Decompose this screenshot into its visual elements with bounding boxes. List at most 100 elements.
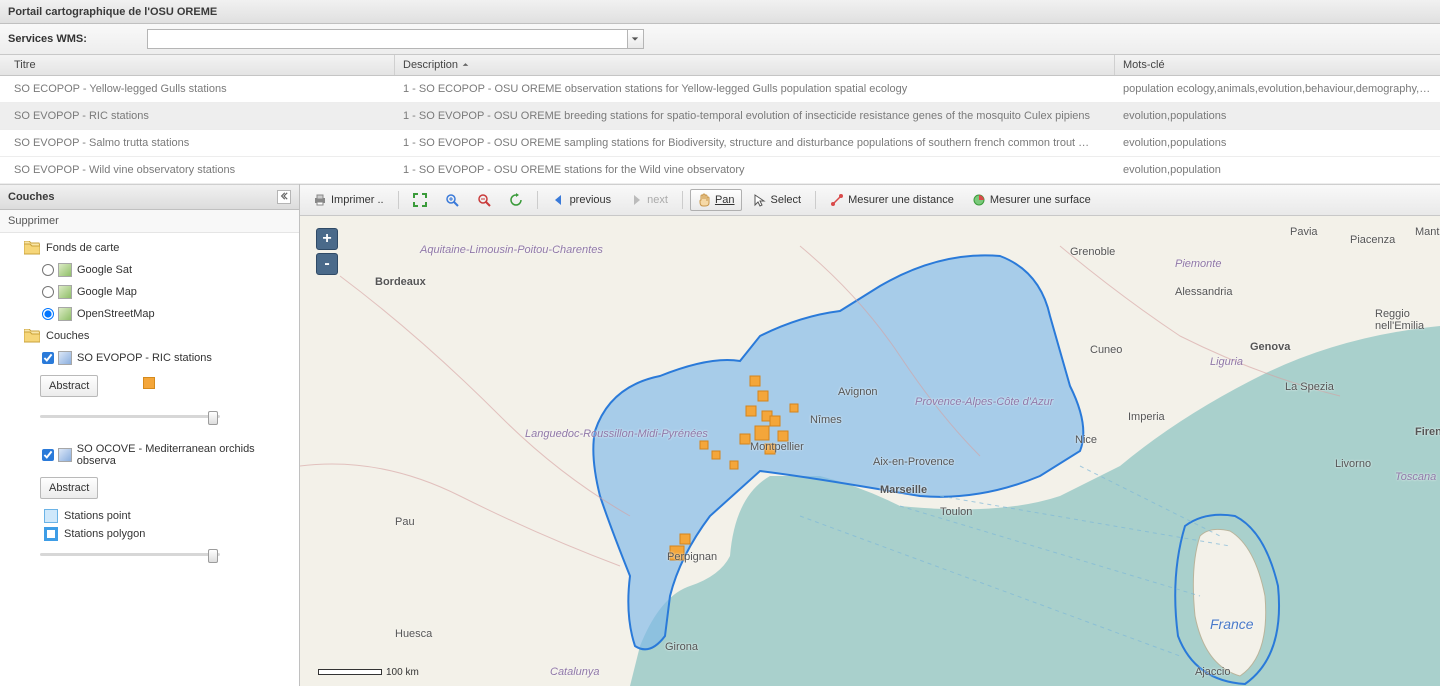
basemap-option[interactable]: OpenStreetMap — [40, 303, 295, 325]
zoom-in-control[interactable]: + — [316, 228, 338, 250]
abstract-button[interactable]: Abstract — [40, 477, 98, 499]
extent-icon — [413, 193, 427, 207]
chevron-down-icon — [628, 32, 642, 46]
folder-layers[interactable]: Couches — [22, 325, 295, 347]
print-button[interactable]: Imprimer .. — [306, 189, 391, 211]
arrow-left-icon — [552, 193, 566, 207]
map-city-label: Pavia — [1290, 226, 1318, 238]
layers-panel-header: Couches — [0, 184, 299, 210]
measure-area-button[interactable]: Mesurer une surface — [965, 189, 1098, 211]
grid-col-title[interactable]: Titre — [0, 55, 395, 75]
layer-tree: Fonds de carte Google Sat Google Map Ope… — [0, 233, 299, 686]
map-city-label: La Spezia — [1285, 381, 1334, 393]
basemap-option[interactable]: Google Sat — [40, 259, 295, 281]
map-city-label: Grenoble — [1070, 246, 1115, 258]
map-region-label: Toscana — [1395, 471, 1436, 483]
map-city-label: Livorno — [1335, 458, 1371, 470]
zoom-extent-button[interactable] — [406, 189, 434, 211]
layer-icon — [58, 263, 72, 277]
arrow-right-icon — [629, 193, 643, 207]
grid-header: Titre Description Mots-clé — [0, 55, 1440, 76]
map-city-label: Marseille — [880, 484, 927, 496]
folder-icon — [24, 329, 40, 343]
refresh-icon — [509, 193, 523, 207]
select-button[interactable]: Select — [746, 189, 809, 211]
history-previous-button[interactable]: previous — [545, 189, 619, 211]
services-combo[interactable] — [147, 29, 644, 49]
ruler-icon — [830, 193, 844, 207]
refresh-button[interactable] — [502, 189, 530, 211]
collapse-panel-button[interactable] — [277, 190, 291, 204]
table-row[interactable]: SO EVOPOP - RIC stations 1 - SO EVOPOP -… — [0, 103, 1440, 130]
layers-panel-title: Couches — [8, 191, 54, 203]
table-row[interactable]: SO EVOPOP - Wild vine observatory statio… — [0, 157, 1440, 184]
area-icon — [972, 193, 986, 207]
legend-entry: Stations polygon — [44, 527, 295, 541]
pan-button[interactable]: Pan — [690, 189, 742, 211]
map-city-label: Nîmes — [810, 414, 842, 426]
services-input[interactable] — [147, 29, 627, 49]
layers-panel: Couches Supprimer Fonds de carte Google … — [0, 184, 300, 686]
toolbar-separator — [398, 191, 399, 209]
map-city-label: Alessandria — [1175, 286, 1232, 298]
layer-icon — [58, 448, 72, 462]
table-row[interactable]: SO EVOPOP - Salmo trutta stations 1 - SO… — [0, 130, 1440, 157]
history-next-button[interactable]: next — [622, 189, 675, 211]
map-city-label: Ajaccio — [1195, 666, 1230, 678]
main-split: Couches Supprimer Fonds de carte Google … — [0, 184, 1440, 686]
zoom-out-control[interactable]: - — [316, 253, 338, 275]
services-combo-trigger[interactable] — [627, 29, 644, 49]
map-region-label: Languedoc-Roussillon-Midi-Pyrénées — [525, 428, 708, 440]
toolbar-separator — [815, 191, 816, 209]
measure-distance-button[interactable]: Mesurer une distance — [823, 189, 961, 211]
map-city-label: Pau — [395, 516, 415, 528]
cursor-icon — [753, 193, 767, 207]
toolbar-separator — [682, 191, 683, 209]
zoom-in-button[interactable] — [438, 189, 466, 211]
layer-icon — [58, 351, 72, 365]
map-region-label: Aquitaine-Limousin-Poitou-Charentes — [420, 244, 603, 256]
map-area: Imprimer .. previous next Pan — [300, 184, 1440, 686]
services-label: Services WMS: — [8, 33, 87, 45]
suppr-button[interactable]: Supprimer — [0, 210, 299, 233]
overlay-item[interactable]: SO OCOVE - Mediterranean orchids observa — [40, 439, 295, 471]
overlay-checkbox[interactable] — [42, 352, 54, 364]
basemap-option[interactable]: Google Map — [40, 281, 295, 303]
table-row[interactable]: SO ECOPOP - Yellow-legged Gulls stations… — [0, 76, 1440, 103]
grid-col-keywords[interactable]: Mots-clé — [1115, 55, 1440, 75]
map-country-label: France — [1210, 616, 1254, 632]
folder-icon — [24, 241, 40, 255]
basemap-radio[interactable] — [42, 308, 54, 320]
zoom-out-button[interactable] — [470, 189, 498, 211]
map-city-label: Huesca — [395, 628, 432, 640]
toolbar-separator — [537, 191, 538, 209]
overlay-item[interactable]: SO EVOPOP - RIC stations — [40, 347, 295, 369]
sort-asc-icon — [462, 59, 469, 71]
map-city-label: Cuneo — [1090, 344, 1122, 356]
chevron-left-icon — [280, 191, 288, 203]
overlay-checkbox[interactable] — [42, 449, 54, 461]
map-city-label: Genova — [1250, 341, 1290, 353]
map-city-label: Firenze — [1415, 426, 1440, 438]
map-city-label: Montpellier — [750, 441, 804, 453]
map-city-label: Piacenza — [1350, 234, 1395, 246]
map-region-label: Catalunya — [550, 666, 600, 678]
abstract-button[interactable]: Abstract — [40, 375, 98, 397]
map-region-label: Provence-Alpes-Côte d'Azur — [915, 396, 1053, 408]
map-canvas[interactable]: Aquitaine-Limousin-Poitou-Charentes Bord… — [300, 216, 1440, 686]
map-region-label: Piemonte — [1175, 258, 1221, 270]
map-city-label: Imperia — [1128, 411, 1165, 423]
services-row: Services WMS: — [0, 24, 1440, 55]
map-city-label: Aix-en-Provence — [873, 456, 954, 468]
opacity-slider[interactable] — [40, 549, 220, 559]
layer-icon — [58, 307, 72, 321]
folder-basemaps[interactable]: Fonds de carte — [22, 237, 295, 259]
opacity-slider[interactable] — [40, 411, 220, 421]
grid-body: SO ECOPOP - Yellow-legged Gulls stations… — [0, 76, 1440, 184]
basemap-radio[interactable] — [42, 264, 54, 276]
map-graphics — [300, 216, 1440, 686]
map-city-label: Toulon — [940, 506, 972, 518]
grid-col-desc[interactable]: Description — [395, 55, 1115, 75]
basemap-radio[interactable] — [42, 286, 54, 298]
legend-swatch — [143, 377, 155, 389]
